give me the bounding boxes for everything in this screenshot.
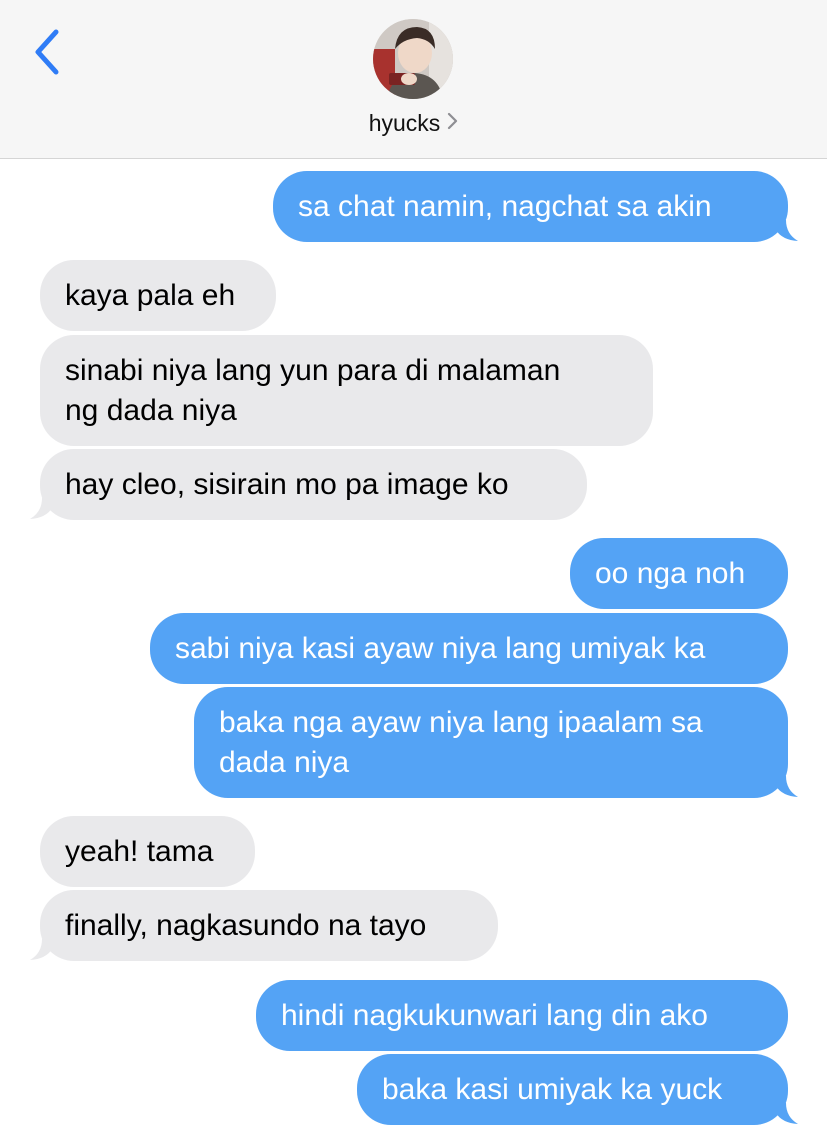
outgoing-bubble-tail: [776, 776, 798, 797]
conversation-header: hyucks: [0, 0, 827, 159]
outgoing-message[interactable]: sa chat namin, nagchat sa akin: [273, 171, 788, 242]
message-text-line: ng dada niya: [65, 394, 237, 427]
outgoing-message[interactable]: oo nga noh: [570, 538, 788, 609]
message-text: sabi niya kasi ayaw niya lang umiyak ka: [175, 632, 706, 665]
incoming-message[interactable]: finally, nagkasundo na tayo: [40, 890, 498, 961]
message-text: baka kasi umiyak ka yuck: [382, 1073, 723, 1106]
chevron-left-icon: [35, 29, 59, 75]
message-thread[interactable]: sa chat namin, nagchat sa akin kaya pala…: [0, 159, 827, 1134]
avatar-photo: [373, 19, 453, 99]
back-button[interactable]: [24, 22, 72, 82]
incoming-message[interactable]: sinabi niya lang yun para di malaman ng …: [40, 335, 653, 446]
outgoing-bubble-tail: [776, 1103, 798, 1124]
message-text-line: sinabi niya lang yun para di malaman: [65, 354, 561, 387]
incoming-message[interactable]: yeah! tama: [40, 816, 255, 887]
contact-name: hyucks: [368, 110, 441, 136]
outgoing-message[interactable]: hindi nagkukunwari lang din ako: [256, 980, 788, 1051]
message-text: kaya pala eh: [65, 279, 236, 312]
contact-avatar[interactable]: [373, 19, 453, 99]
message-text: hay cleo, sisirain mo pa image ko: [65, 468, 509, 501]
message-text: sa chat namin, nagchat sa akin: [298, 190, 712, 223]
incoming-bubble-tail: [30, 498, 52, 519]
outgoing-message[interactable]: baka nga ayaw niya lang ipaalam sa dada …: [194, 687, 788, 798]
message-text: hindi nagkukunwari lang din ako: [281, 999, 708, 1032]
outgoing-bubble-tail: [776, 220, 798, 241]
incoming-message[interactable]: hay cleo, sisirain mo pa image ko: [40, 449, 587, 520]
incoming-bubble-tail: [30, 939, 52, 960]
message-text: yeah! tama: [65, 835, 214, 868]
message-text: oo nga noh: [595, 557, 746, 590]
outgoing-message[interactable]: sabi niya kasi ayaw niya lang umiyak ka: [150, 613, 788, 684]
message-text-line: dada niya: [219, 746, 350, 779]
message-text: finally, nagkasundo na tayo: [65, 909, 427, 942]
outgoing-message[interactable]: baka kasi umiyak ka yuck: [357, 1054, 788, 1125]
message-text-line: baka nga ayaw niya lang ipaalam sa: [219, 706, 703, 739]
chevron-right-icon: [448, 112, 458, 130]
incoming-message[interactable]: kaya pala eh: [40, 260, 276, 331]
contact-name-button[interactable]: hyucks: [0, 108, 827, 138]
